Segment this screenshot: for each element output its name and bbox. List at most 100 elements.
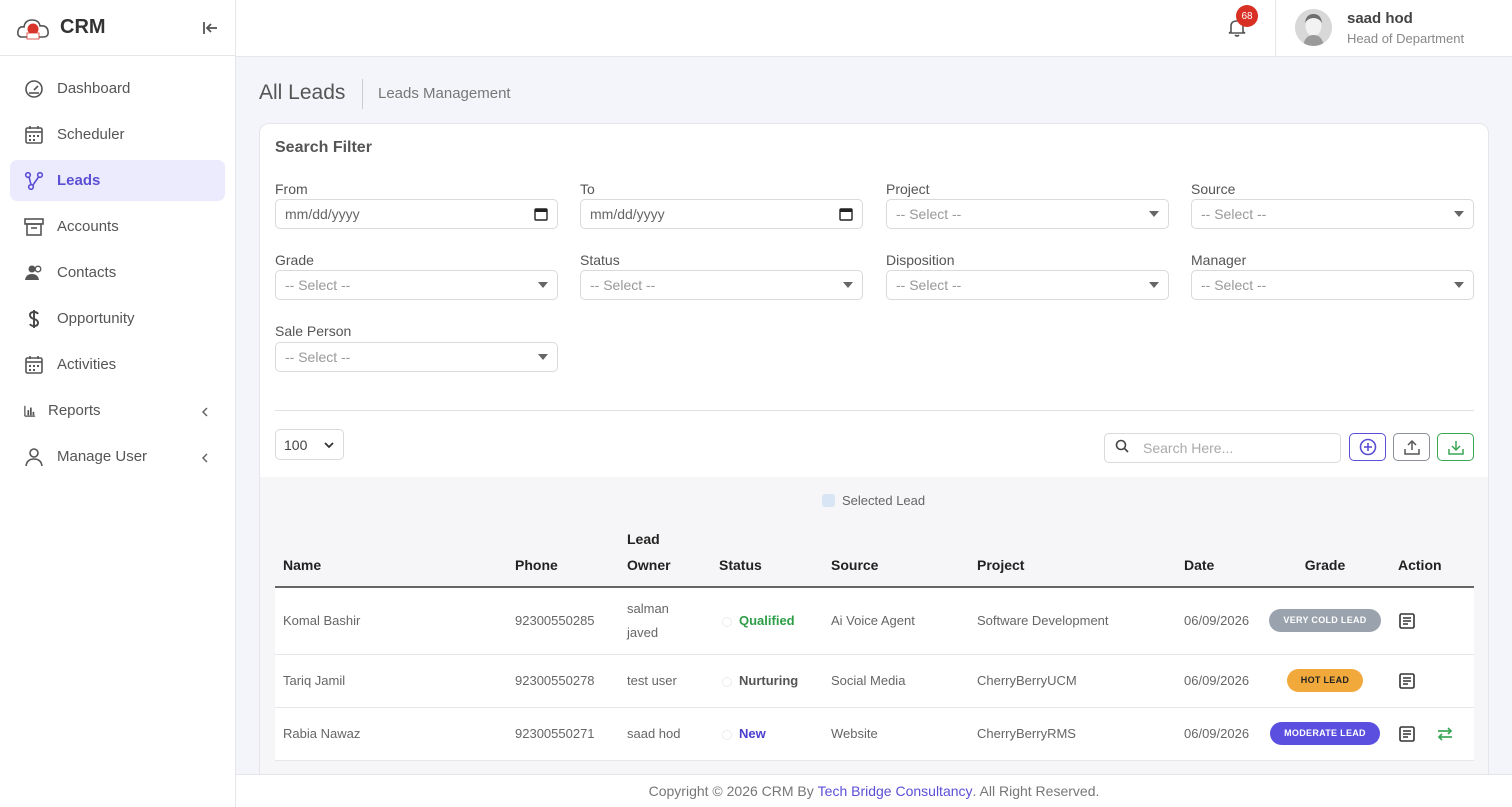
lead-phone: 92300550278 xyxy=(507,654,619,708)
sale-person-label: Sale Person xyxy=(275,323,352,339)
lead-grade: VERY COLD LEAD xyxy=(1260,587,1390,655)
lead-date: 06/09/2026 xyxy=(1176,587,1260,655)
lead-actions xyxy=(1390,654,1474,708)
search-input[interactable] xyxy=(1143,440,1313,456)
col-name[interactable]: Name xyxy=(275,517,507,588)
table-header-row: Name Phone Lead Owner Status Source Proje… xyxy=(275,517,1474,588)
lead-grade: MODERATE LEAD xyxy=(1260,707,1390,761)
col-lead-owner[interactable]: Lead Owner xyxy=(619,517,711,588)
sidebar: CRM Dashboard Scheduler Leads Accounts C… xyxy=(0,0,236,807)
table-row[interactable]: Rabia Nawaz 92300550271 saad hod New Web… xyxy=(275,707,1474,761)
collapse-sidebar-icon[interactable] xyxy=(201,19,219,37)
download-button[interactable] xyxy=(1437,433,1474,461)
manager-select[interactable]: -- Select -- xyxy=(1191,270,1474,300)
company-link[interactable]: Tech Bridge Consultancy xyxy=(818,783,973,799)
project-select[interactable]: -- Select -- xyxy=(886,199,1169,229)
sidebar-item-leads[interactable]: Leads xyxy=(10,160,225,201)
calendar-icon xyxy=(24,125,44,145)
grade-select[interactable]: -- Select -- xyxy=(275,270,558,300)
col-status[interactable]: Status xyxy=(711,517,823,588)
grade-badge: HOT LEAD xyxy=(1286,669,1364,692)
footer: Copyright © 2026 CRM By Tech Bridge Cons… xyxy=(236,774,1512,807)
sidebar-item-reports[interactable]: Reports xyxy=(10,390,225,431)
sidebar-item-opportunity[interactable]: Opportunity xyxy=(10,298,225,339)
manager-label: Manager xyxy=(1191,252,1247,268)
status-select[interactable]: -- Select -- xyxy=(580,270,863,300)
page-title: All Leads xyxy=(259,81,346,104)
source-label: Source xyxy=(1191,181,1236,197)
calendar-icon[interactable] xyxy=(839,207,853,221)
caret-down-icon xyxy=(1454,211,1464,217)
lead-source: Website xyxy=(823,707,969,761)
sidebar-item-accounts[interactable]: Accounts xyxy=(10,206,225,247)
legend-swatch xyxy=(822,494,835,507)
from-date-input[interactable]: mm/dd/yyyy xyxy=(275,199,558,229)
user-role: Head of Department xyxy=(1347,31,1465,46)
lead-name: Komal Bashir xyxy=(275,587,507,655)
lead-project: Software Development xyxy=(969,587,1176,655)
transfer-icon[interactable] xyxy=(1436,725,1454,743)
leads-table: Name Phone Lead Owner Status Source Proje… xyxy=(275,517,1474,761)
notes-icon[interactable] xyxy=(1398,612,1416,630)
lead-source: Ai Voice Agent xyxy=(823,587,969,655)
table-row[interactable]: Tariq Jamil 92300550278 test user Nurtur… xyxy=(275,654,1474,708)
chevron-down-icon xyxy=(323,437,335,453)
to-label: To xyxy=(580,181,595,197)
table-row[interactable]: Komal Bashir 92300550285 salman javed Qua… xyxy=(275,587,1474,655)
chevron-left-icon xyxy=(199,405,211,417)
crm-logo-icon xyxy=(16,13,50,43)
lead-project: CherryBerryUCM xyxy=(969,654,1176,708)
page-size-select[interactable]: 100 xyxy=(275,429,344,460)
chevron-left-icon xyxy=(199,451,211,463)
sidebar-item-dashboard[interactable]: Dashboard xyxy=(10,68,225,109)
avatar[interactable] xyxy=(1295,9,1332,46)
grade-badge: MODERATE LEAD xyxy=(1270,722,1380,745)
calendar-icon[interactable] xyxy=(534,207,548,221)
search-box xyxy=(1104,433,1341,463)
brand-name: CRM xyxy=(60,16,106,38)
user-name[interactable]: saad hod xyxy=(1347,10,1413,27)
caret-down-icon xyxy=(538,354,548,360)
sidebar-item-activities[interactable]: Activities xyxy=(10,344,225,385)
sale-person-select[interactable]: -- Select -- xyxy=(275,342,558,372)
brand: CRM xyxy=(0,0,235,56)
disposition-select[interactable]: -- Select -- xyxy=(886,270,1169,300)
sidebar-item-manage-user[interactable]: Manage User xyxy=(10,436,225,477)
lead-status: New xyxy=(711,707,823,761)
user-icon xyxy=(24,447,44,467)
add-lead-button[interactable] xyxy=(1349,433,1386,461)
sidebar-nav: Dashboard Scheduler Leads Accounts Conta… xyxy=(0,56,235,477)
to-date-input[interactable]: mm/dd/yyyy xyxy=(580,199,863,229)
source-select[interactable]: -- Select -- xyxy=(1191,199,1474,229)
sidebar-item-scheduler[interactable]: Scheduler xyxy=(10,114,225,155)
col-phone[interactable]: Phone xyxy=(507,517,619,588)
bar-chart-icon xyxy=(24,401,36,421)
notes-icon[interactable] xyxy=(1398,725,1416,743)
leads-card: Search Filter From mm/dd/yyyy To mm/dd/y… xyxy=(259,123,1489,803)
lead-actions xyxy=(1390,587,1474,655)
grade-label: Grade xyxy=(275,252,314,268)
gauge-icon xyxy=(24,79,44,99)
network-icon xyxy=(24,171,44,191)
col-project[interactable]: Project xyxy=(969,517,1176,588)
calendar-icon xyxy=(24,355,44,375)
col-date[interactable]: Date xyxy=(1176,517,1260,588)
sidebar-item-contacts[interactable]: Contacts xyxy=(10,252,225,293)
lead-status: Nurturing xyxy=(711,654,823,708)
upload-button[interactable] xyxy=(1393,433,1430,461)
col-grade[interactable]: Grade xyxy=(1260,517,1390,588)
search-icon xyxy=(1115,439,1129,458)
archive-icon xyxy=(24,217,44,237)
lead-phone: 92300550285 xyxy=(507,587,619,655)
page-subtitle: Leads Management xyxy=(378,85,511,102)
status-label: Status xyxy=(580,252,620,268)
lead-owner: test user xyxy=(619,654,711,708)
notification-badge: 68 xyxy=(1236,5,1258,27)
selected-lead-legend: Selected Lead xyxy=(822,493,925,508)
notes-icon[interactable] xyxy=(1398,672,1416,690)
lead-actions xyxy=(1390,707,1474,761)
lead-name: Rabia Nawaz xyxy=(275,707,507,761)
col-source[interactable]: Source xyxy=(823,517,969,588)
caret-down-icon xyxy=(843,282,853,288)
lead-owner: saad hod xyxy=(619,707,711,761)
